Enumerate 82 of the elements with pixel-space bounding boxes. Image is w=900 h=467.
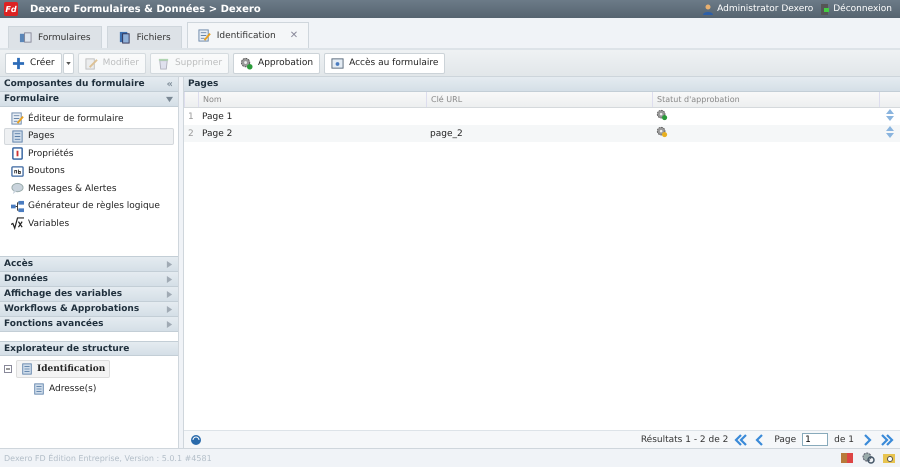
text-field-icon <box>11 164 24 178</box>
panel-title: Composantes du formulaire <box>4 79 145 89</box>
panel-title: Pages <box>188 79 218 89</box>
section-title: Formulaire <box>4 94 59 104</box>
results-count: Résultats 1 - 2 de 2 <box>640 434 728 444</box>
page-icon <box>33 383 45 395</box>
row-number: 2 <box>187 128 195 138</box>
expand-arrow-icon[interactable] <box>166 276 173 282</box>
clipboard-icon <box>11 147 24 160</box>
window-icon <box>331 56 344 70</box>
sidebar-item[interactable]: Variables <box>4 215 174 232</box>
toolbar-button[interactable]: Créer <box>5 52 62 74</box>
sidebar-item[interactable]: Messages & Alertes <box>4 180 174 198</box>
page-total: de 1 <box>834 434 854 444</box>
accordion-header[interactable]: Formulaire <box>0 92 178 107</box>
plus-icon <box>12 56 25 70</box>
dropdown-button[interactable] <box>62 52 74 74</box>
app-title: Dexero Formulaires & Données > Dexero <box>30 4 262 14</box>
tree-node[interactable]: Adresse(s) <box>28 380 102 398</box>
expand-arrow-icon[interactable] <box>166 290 173 298</box>
panel-title: Explorateur de structure <box>4 344 130 354</box>
section-title: Fonctions avancées <box>4 319 104 329</box>
expand-arrow-icon[interactable] <box>166 260 173 268</box>
logo: Fd <box>4 2 18 16</box>
accordion-header[interactable]: Workflows & Approbations <box>0 302 178 317</box>
gear-search-icon[interactable] <box>862 452 875 464</box>
toolbar-button[interactable]: Accès au formulaire <box>324 52 446 74</box>
speech-bubble-icon <box>11 182 24 196</box>
logout-link[interactable]: Déconnexion <box>821 4 892 14</box>
edit-icon <box>84 56 98 70</box>
form-editor-icon <box>11 112 24 126</box>
gear-icon <box>240 56 254 70</box>
tab[interactable]: Fichiers <box>106 26 182 48</box>
tab[interactable]: Identification ✕ <box>186 22 310 48</box>
row-number: 1 <box>187 112 195 122</box>
table-cell-text: page_2 <box>429 128 464 138</box>
expand-arrow-icon[interactable] <box>166 306 173 312</box>
accordion-header[interactable]: Données <box>0 272 178 287</box>
sidebar-item[interactable]: Propriétés <box>4 145 174 162</box>
first-page-icon[interactable] <box>734 434 748 446</box>
form-editor-icon <box>198 29 211 42</box>
section-title: Affichage des variables <box>4 289 122 299</box>
last-page-icon[interactable] <box>880 434 894 446</box>
section-title: Accès <box>4 259 34 269</box>
page-icon <box>21 363 33 375</box>
collapse-icon[interactable] <box>4 365 12 373</box>
book-icon[interactable] <box>841 452 854 464</box>
toolbar-button[interactable]: Approbation <box>233 52 320 74</box>
tree-node[interactable]: Identification <box>16 360 110 378</box>
caret-icon <box>66 62 71 64</box>
version-text: Dexero FD Édition Entreprise, Version : 5.0.1 #4581 <box>4 454 212 462</box>
page-icon <box>11 130 24 143</box>
expand-arrow-icon[interactable] <box>166 320 173 328</box>
folder-search-icon[interactable] <box>883 452 896 464</box>
reorder-icon[interactable] <box>886 109 894 121</box>
flowchart-icon <box>11 200 24 213</box>
refresh-icon[interactable] <box>190 434 202 446</box>
table-cell-text: Page 2 <box>201 128 234 138</box>
page-label: Page <box>774 434 796 444</box>
user-icon <box>703 4 714 14</box>
sidebar-item[interactable]: Éditeur de formulaire <box>4 110 174 128</box>
files-icon <box>118 31 131 44</box>
sidebar-item[interactable]: Générateur de règles logique <box>4 198 174 215</box>
section-title: Workflows & Approbations <box>4 304 140 314</box>
trash-icon <box>156 56 170 70</box>
page-input[interactable]: 1 <box>802 433 828 446</box>
square-root-icon <box>11 217 24 230</box>
accordion-header[interactable]: Fonctions avancées <box>0 317 178 332</box>
tree-node-label: Adresse(s) <box>49 384 96 394</box>
user-link[interactable]: Administrator Dexero <box>703 4 814 14</box>
accordion-header[interactable]: Affichage des variables <box>0 287 178 302</box>
tree-node-label: Identification <box>37 364 106 374</box>
door-icon <box>821 4 830 14</box>
tab[interactable]: Formulaires <box>8 26 102 48</box>
sidebar-item[interactable]: Pages <box>4 128 174 145</box>
reorder-icon[interactable] <box>886 126 894 138</box>
forms-icon <box>19 31 32 44</box>
sidebar-item[interactable]: Boutons <box>4 162 174 180</box>
accordion-header[interactable]: Accès <box>0 257 178 272</box>
collapse-arrow-icon[interactable] <box>166 96 173 102</box>
section-title: Données <box>4 274 48 284</box>
table-cell-text: Page 1 <box>201 112 234 122</box>
